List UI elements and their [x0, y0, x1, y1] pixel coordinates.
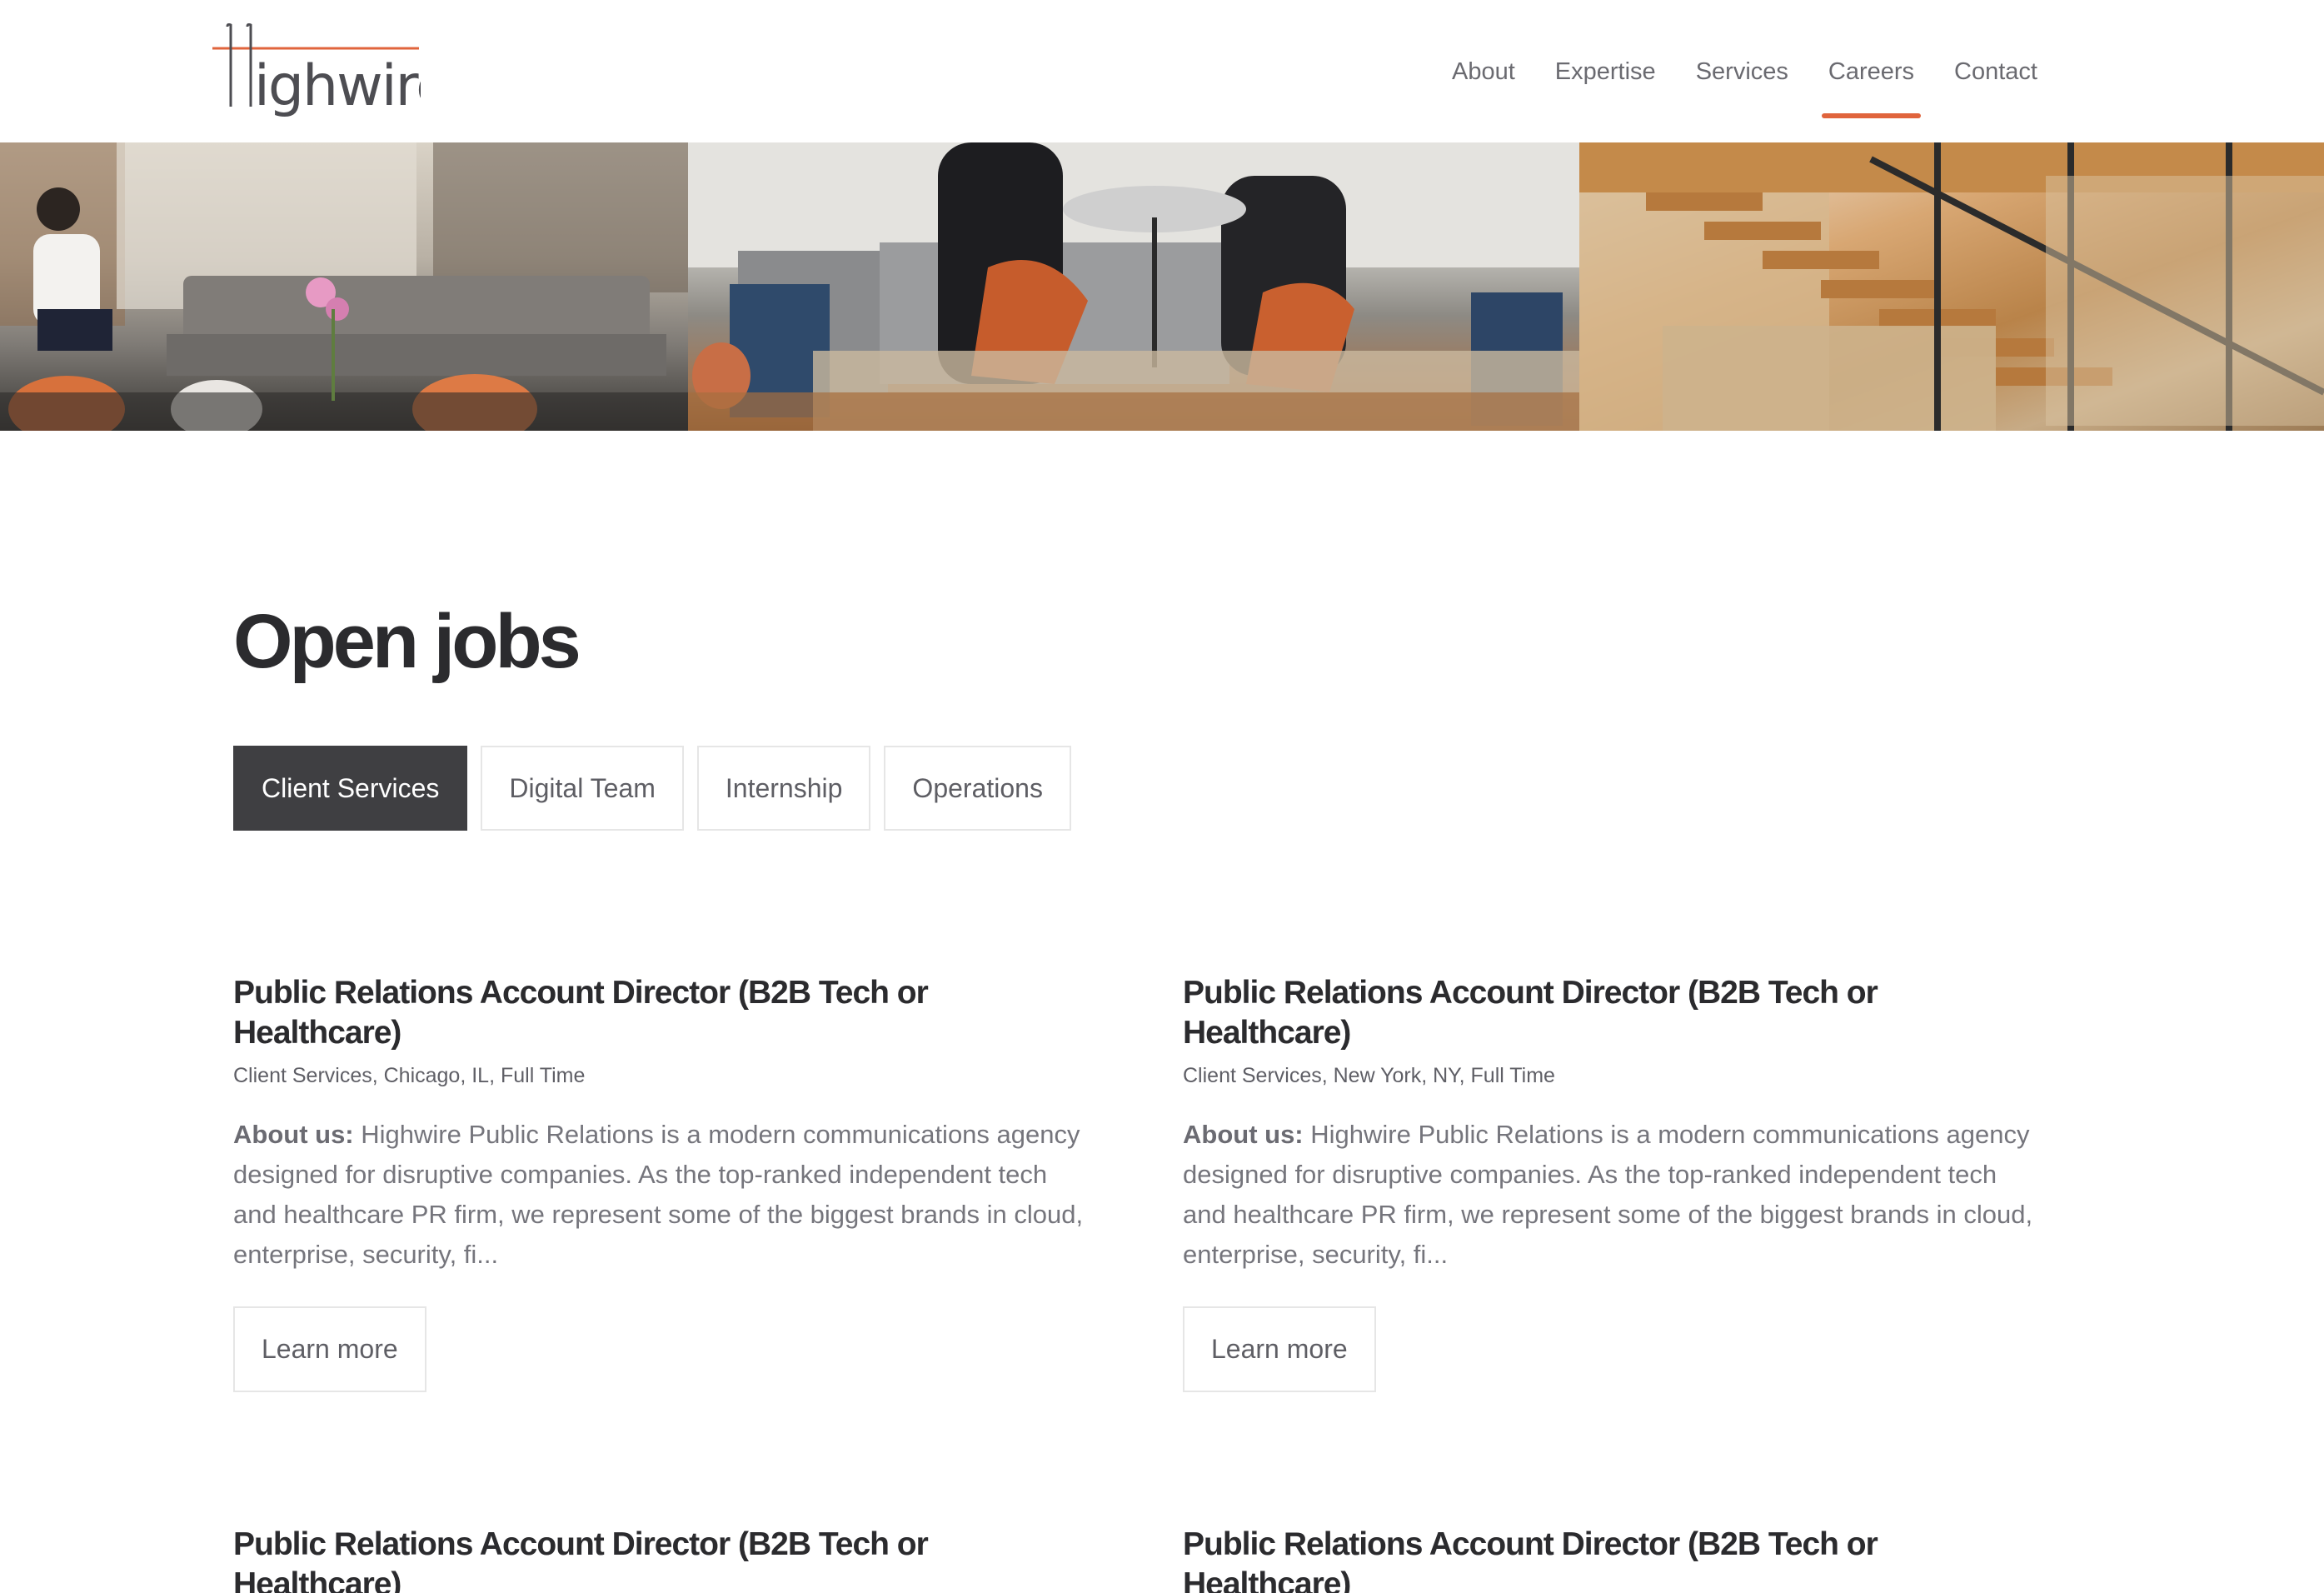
- job-title[interactable]: Public Relations Account Director (B2B T…: [1183, 1525, 2041, 1593]
- tab-digital-team[interactable]: Digital Team: [481, 746, 684, 831]
- job-card: Public Relations Account Director (B2B T…: [233, 973, 1091, 1392]
- page-title: Open jobs: [233, 599, 581, 684]
- nav-services[interactable]: Services: [1696, 48, 1788, 95]
- tab-operations[interactable]: Operations: [884, 746, 1071, 831]
- job-desc-label: About us:: [233, 1120, 354, 1149]
- job-title[interactable]: Public Relations Account Director (B2B T…: [1183, 973, 2041, 1053]
- job-desc-label: About us:: [1183, 1120, 1304, 1149]
- job-meta: Client Services, Chicago, IL, Full Time: [233, 1064, 586, 1087]
- tab-client-services[interactable]: Client Services: [233, 746, 468, 831]
- nav-careers[interactable]: Careers: [1821, 48, 1922, 118]
- job-desc-text: Highwire Public Relations is a modern co…: [233, 1120, 1084, 1269]
- job-category-tabs: Client Services Digital Team Internship …: [233, 746, 1085, 831]
- job-card: Public Relations Account Director (B2B T…: [1183, 1525, 2041, 1593]
- staircase-photo: [1579, 142, 2324, 431]
- nav-about[interactable]: About: [1452, 48, 1515, 95]
- nav-contact[interactable]: Contact: [1954, 48, 2037, 95]
- main-nav: About Expertise Services Careers Contact: [1412, 48, 2037, 118]
- job-description: About us: Highwire Public Relations is a…: [233, 1115, 1091, 1275]
- job-description: About us: Highwire Public Relations is a…: [1183, 1115, 2041, 1275]
- site-header: ighwire About Expertise Services Careers…: [0, 0, 2324, 142]
- job-title[interactable]: Public Relations Account Director (B2B T…: [233, 1525, 1091, 1593]
- nav-expertise[interactable]: Expertise: [1555, 48, 1656, 95]
- job-card: Public Relations Account Director (B2B T…: [233, 1525, 1091, 1593]
- highwire-logo[interactable]: ighwire: [211, 23, 421, 120]
- meeting-area-photo: [688, 142, 1579, 431]
- job-desc-text: Highwire Public Relations is a modern co…: [1183, 1120, 2033, 1269]
- learn-more-button[interactable]: Learn more: [1183, 1306, 1376, 1392]
- office-lounge-photo: [0, 142, 688, 431]
- job-card: Public Relations Account Director (B2B T…: [1183, 973, 2041, 1392]
- job-meta: Client Services, New York, NY, Full Time: [1183, 1064, 1555, 1087]
- hero-image-strip: [0, 142, 2324, 431]
- logo-wordmark: ighwire: [254, 53, 421, 119]
- job-title[interactable]: Public Relations Account Director (B2B T…: [233, 973, 1091, 1053]
- tab-internship[interactable]: Internship: [696, 746, 871, 831]
- learn-more-button[interactable]: Learn more: [233, 1306, 426, 1392]
